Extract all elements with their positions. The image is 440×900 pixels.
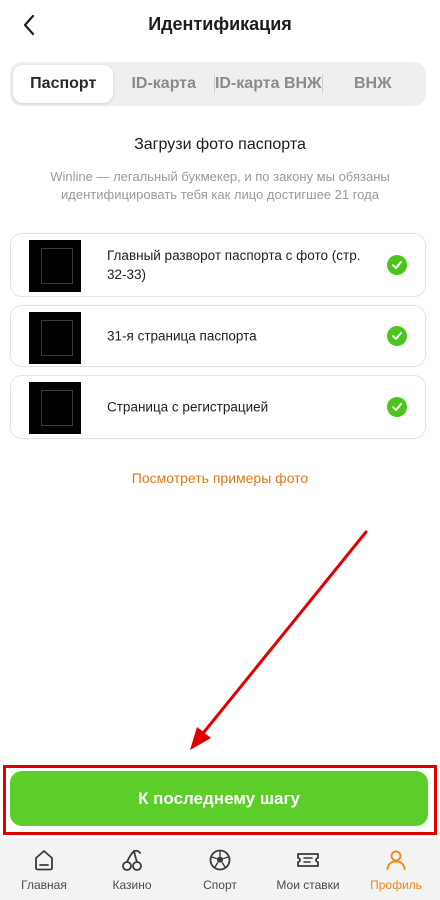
upload-title: Загрузи фото паспорта (134, 136, 306, 153)
cherries-icon (118, 846, 146, 874)
document-thumbnail (29, 382, 81, 434)
nav-label: Спорт (203, 878, 237, 892)
nav-item-home[interactable]: Главная (0, 838, 88, 900)
tab-id-card[interactable]: ID-карта (113, 65, 213, 103)
document-item-main-spread[interactable]: Главный разворот паспорта с фото (стр. 3… (10, 233, 426, 297)
check-icon (387, 326, 407, 346)
header: Идентификация (0, 0, 440, 52)
profile-icon (382, 846, 410, 874)
upload-description: Winline — легальный букмекер, и по закон… (50, 169, 390, 202)
ticket-icon (294, 846, 322, 874)
document-item-registration[interactable]: Страница с регистрацией (10, 375, 426, 439)
next-step-button[interactable]: К последнему шагу (10, 771, 428, 826)
document-label: Главный разворот паспорта с фото (стр. 3… (107, 248, 361, 282)
nav-label: Главная (21, 878, 67, 892)
nav-label: Казино (112, 878, 152, 892)
check-icon (387, 397, 407, 417)
tab-id-card-residence[interactable]: ID-карта ВНЖ (215, 65, 322, 103)
home-icon (30, 846, 58, 874)
document-thumbnail (29, 240, 81, 292)
bottom-nav: Главная Казино Спорт Мои ставки Профиль (0, 838, 440, 900)
document-label: Страница с регистрацией (107, 399, 269, 415)
ball-icon (206, 846, 234, 874)
nav-label: Профиль (370, 878, 422, 892)
nav-item-my-bets[interactable]: Мои ставки (264, 838, 352, 900)
tab-passport[interactable]: Паспорт (13, 65, 114, 103)
nav-label: Мои ставки (276, 878, 340, 892)
document-item-page-31[interactable]: 31-я страница паспорта (10, 305, 426, 367)
document-list: Главный разворот паспорта с фото (стр. 3… (10, 233, 426, 447)
check-icon (387, 255, 407, 275)
nav-item-casino[interactable]: Казино (88, 838, 176, 900)
document-thumbnail (29, 312, 81, 364)
nav-item-sport[interactable]: Спорт (176, 838, 264, 900)
nav-item-profile[interactable]: Профиль (352, 838, 440, 900)
document-label: 31-я страница паспорта (107, 328, 257, 344)
document-type-tabs: Паспорт ID-карта ID-карта ВНЖ ВНЖ (10, 62, 426, 106)
view-examples-link[interactable]: Посмотреть примеры фото (0, 470, 440, 486)
tab-residence-permit[interactable]: ВНЖ (323, 65, 423, 103)
page-title: Идентификация (148, 14, 292, 34)
